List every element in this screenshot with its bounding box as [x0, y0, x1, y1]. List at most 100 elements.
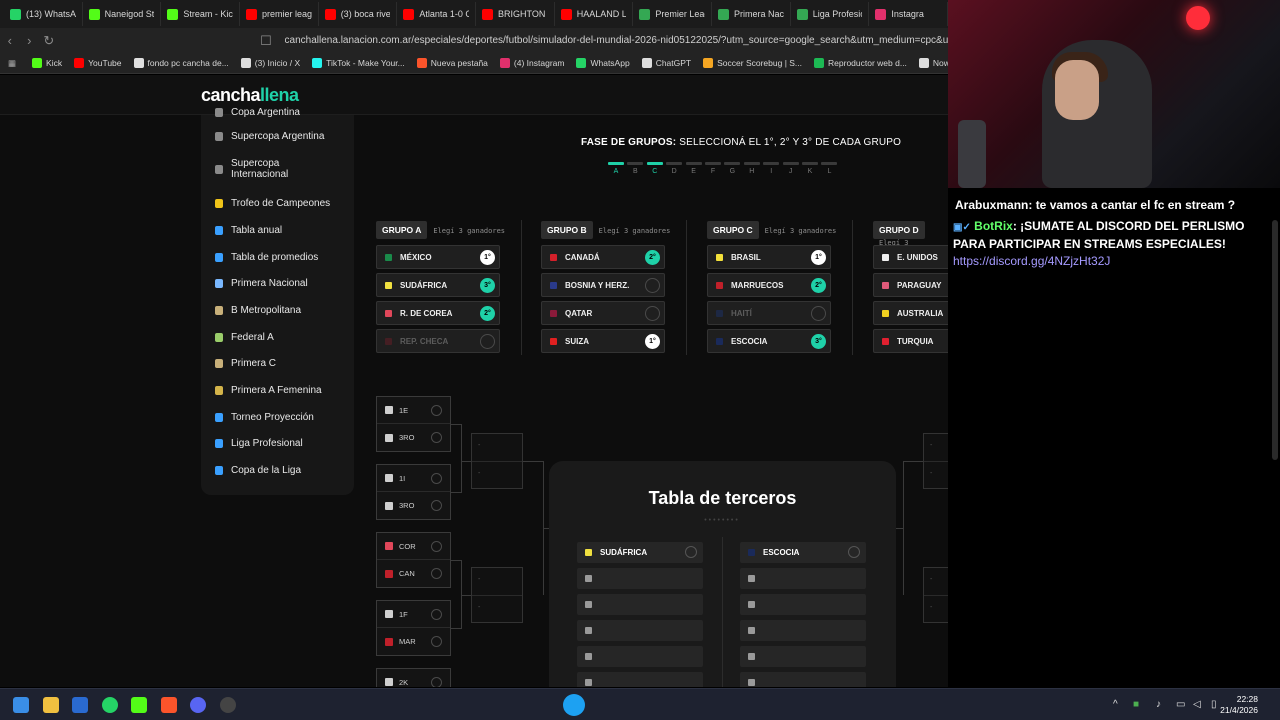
- sidebar-item[interactable]: Torneo Proyección: [215, 412, 314, 423]
- third-place-slot[interactable]: [577, 672, 703, 687]
- browser-tab[interactable]: Stream - Kick: [161, 2, 241, 26]
- match-slot[interactable]: 1F MAR: [376, 600, 451, 656]
- team-option[interactable]: SUDÁFRICA 3°: [376, 273, 500, 297]
- team-option[interactable]: MÉXICO 1°: [376, 245, 500, 269]
- sidebar-item[interactable]: Liga Profesional: [215, 438, 303, 449]
- team-option[interactable]: REP. CHECA: [376, 329, 500, 353]
- obs-icon[interactable]: [220, 697, 236, 713]
- position-marker[interactable]: 3°: [480, 278, 495, 293]
- clock[interactable]: 22:28 21/4/2026: [1220, 694, 1258, 716]
- select-radio[interactable]: [685, 546, 697, 558]
- tray-mic-icon[interactable]: ♪: [1156, 699, 1161, 710]
- phase-step-letter[interactable]: H: [744, 168, 760, 175]
- select-radio[interactable]: [848, 546, 860, 558]
- position-marker[interactable]: 3°: [811, 334, 826, 349]
- bookmark-item[interactable]: Soccer Scorebug | S...: [703, 58, 802, 68]
- position-marker[interactable]: 1°: [811, 250, 826, 265]
- apps-grid-icon[interactable]: ▦: [8, 58, 16, 69]
- sidebar-item[interactable]: B Metropolitana: [215, 305, 301, 316]
- position-marker[interactable]: 2°: [811, 278, 826, 293]
- match-slot[interactable]: 2K: [376, 668, 451, 687]
- select-radio[interactable]: [431, 568, 442, 579]
- round-of-16-slot[interactable]: --: [923, 567, 948, 623]
- file-explorer-icon[interactable]: [43, 697, 59, 713]
- team-option[interactable]: ESCOCIA 3°: [707, 329, 831, 353]
- browser-tab[interactable]: Naneigod Str: [83, 2, 162, 26]
- third-place-slot[interactable]: [740, 594, 866, 615]
- position-marker[interactable]: 2°: [645, 250, 660, 265]
- match-slot[interactable]: 1E 3RO: [376, 396, 451, 452]
- team-option[interactable]: MARRUECOS 2°: [707, 273, 831, 297]
- select-radio[interactable]: [431, 432, 442, 443]
- select-radio[interactable]: [431, 405, 442, 416]
- phase-step-letter[interactable]: C: [647, 168, 663, 175]
- bookmark-item[interactable]: (3) Inicio / X: [240, 58, 300, 68]
- browser-tab[interactable]: Premier Leag: [633, 2, 713, 26]
- bookmark-item[interactable]: ChatGPT: [641, 58, 691, 68]
- bookmark-item[interactable]: YouTube: [74, 58, 122, 68]
- sidebar-item[interactable]: Tabla de promedios: [215, 252, 318, 263]
- discord-icon[interactable]: [190, 697, 206, 713]
- match-team[interactable]: 2K: [377, 669, 450, 687]
- sidebar-item[interactable]: Tabla anual: [215, 225, 282, 236]
- match-team[interactable]: CAN: [377, 560, 450, 587]
- phase-step-letter[interactable]: I: [763, 168, 779, 175]
- phase-step-letter[interactable]: E: [686, 168, 702, 175]
- sidebar-item[interactable]: Copa de la Liga: [215, 465, 301, 476]
- match-slot[interactable]: 1I 3RO: [376, 464, 451, 520]
- sidebar-item[interactable]: Supercopa Internacional: [215, 158, 288, 180]
- third-place-slot[interactable]: [577, 568, 703, 589]
- sidebar-item[interactable]: Primera C: [215, 358, 276, 369]
- round-of-16-slot[interactable]: --: [923, 433, 948, 489]
- brave-browser-icon[interactable]: [161, 697, 177, 713]
- bookmark-item[interactable]: WhatsApp: [576, 58, 630, 68]
- discord-link[interactable]: https://discord.gg/4NZjzHt32J: [953, 254, 1110, 268]
- reload-icon[interactable]: ↻: [39, 33, 59, 49]
- tray-volume-icon[interactable]: ◁: [1193, 699, 1201, 710]
- match-team[interactable]: COR: [377, 533, 450, 560]
- match-team[interactable]: 1I: [377, 465, 450, 492]
- bookmark-item[interactable]: (4) Instagram: [499, 58, 564, 68]
- phase-step-letter[interactable]: G: [724, 168, 740, 175]
- select-radio[interactable]: [431, 500, 442, 511]
- position-marker[interactable]: 2°: [480, 306, 495, 321]
- tray-network-icon[interactable]: ▭: [1176, 699, 1185, 710]
- position-marker[interactable]: 1°: [645, 334, 660, 349]
- browser-tab[interactable]: premier leag: [240, 2, 319, 26]
- bookmark-star-icon[interactable]: ☐: [256, 33, 276, 49]
- phase-step-letter[interactable]: J: [783, 168, 799, 175]
- phase-step-letter[interactable]: B: [627, 168, 643, 175]
- tray-security-icon[interactable]: ■: [1133, 699, 1139, 710]
- bookmark-item[interactable]: fondo pc cancha de...: [133, 58, 229, 68]
- select-radio[interactable]: [431, 677, 442, 687]
- sidebar-item[interactable]: Copa Argentina: [215, 107, 300, 118]
- team-option[interactable]: BRASIL 1°: [707, 245, 831, 269]
- team-option[interactable]: CANADÁ 2°: [541, 245, 665, 269]
- sidebar-item[interactable]: Trofeo de Campeones: [215, 198, 330, 209]
- bookmark-item[interactable]: Reproductor web d...: [814, 58, 907, 68]
- match-team[interactable]: 3RO: [377, 424, 450, 451]
- third-place-slot[interactable]: ESCOCIA: [740, 542, 866, 563]
- round-of-16-slot[interactable]: --: [471, 567, 523, 623]
- third-place-slot[interactable]: [740, 568, 866, 589]
- tray-battery-icon[interactable]: ▯: [1211, 699, 1217, 710]
- team-option[interactable]: TURQUIA: [873, 329, 948, 353]
- browser-tab[interactable]: Primera Nacio: [712, 2, 791, 26]
- position-marker[interactable]: [645, 306, 660, 321]
- team-option[interactable]: QATAR: [541, 301, 665, 325]
- team-option[interactable]: R. DE COREA 2°: [376, 301, 500, 325]
- match-slot[interactable]: COR CAN: [376, 532, 451, 588]
- third-place-slot[interactable]: [740, 620, 866, 641]
- round-of-16-slot[interactable]: --: [471, 433, 523, 489]
- forward-arrow-icon[interactable]: ›: [20, 33, 40, 48]
- position-marker[interactable]: 1°: [480, 250, 495, 265]
- position-marker[interactable]: [480, 334, 495, 349]
- select-radio[interactable]: [431, 609, 442, 620]
- browser-tab[interactable]: BRIGHTON G: [476, 2, 555, 26]
- windows-start-icon[interactable]: [13, 697, 29, 713]
- sidebar-item[interactable]: Federal A: [215, 332, 274, 343]
- match-team[interactable]: 1F: [377, 601, 450, 628]
- position-marker[interactable]: [811, 306, 826, 321]
- select-radio[interactable]: [431, 636, 442, 647]
- browser-tab[interactable]: Atlanta 1-0 C: [397, 2, 477, 26]
